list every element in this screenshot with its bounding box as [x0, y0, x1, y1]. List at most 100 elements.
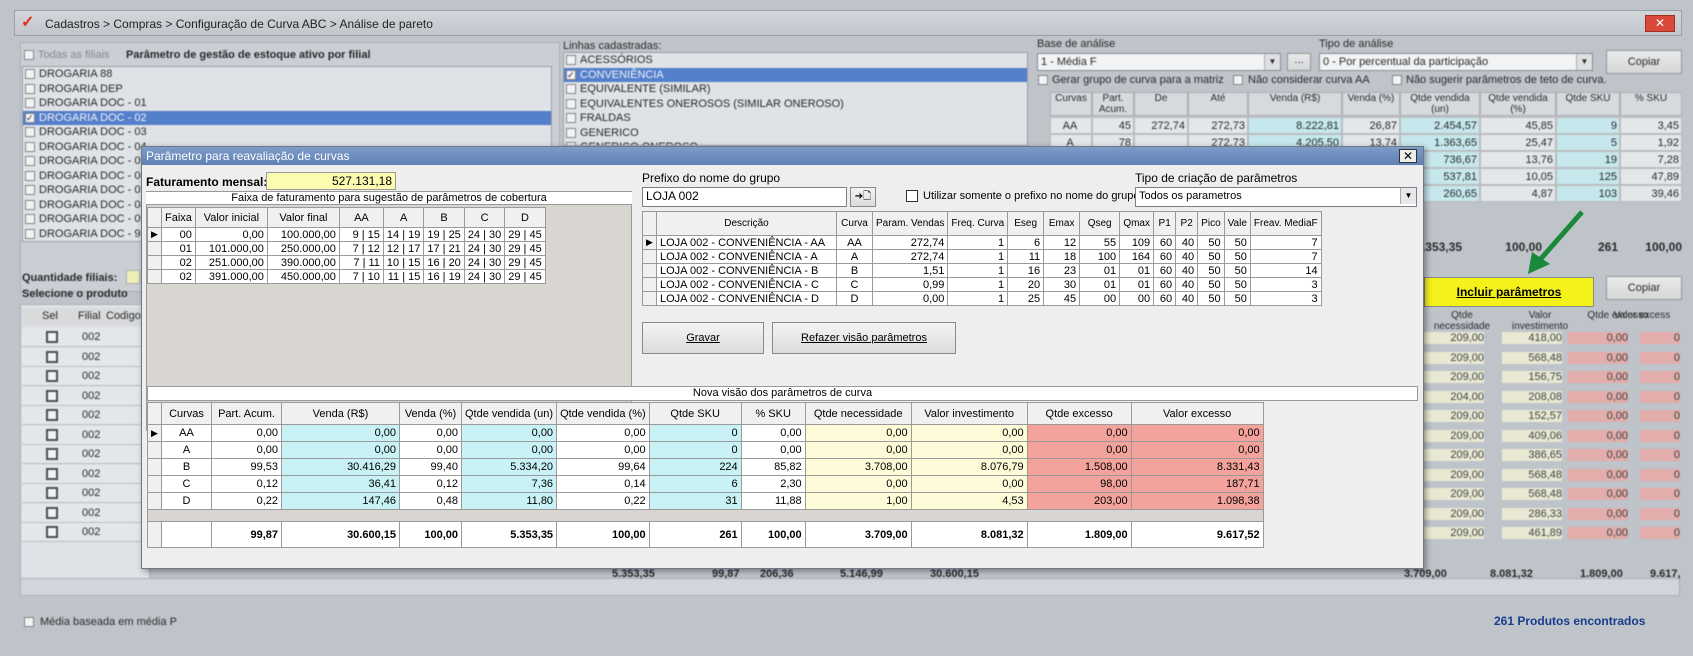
- product-row[interactable]: 002: [22, 523, 150, 542]
- col-header[interactable]: AA: [338, 207, 384, 228]
- line-item[interactable]: FRALDAS: [564, 111, 1027, 126]
- col-header[interactable]: D: [504, 207, 546, 228]
- window-close-button[interactable]: ✕: [1645, 15, 1675, 32]
- product-row[interactable]: 002: [22, 464, 150, 484]
- col-header[interactable]: Qseg: [1079, 211, 1121, 236]
- product-row[interactable]: 002: [22, 425, 150, 445]
- col-header[interactable]: Emax: [1043, 211, 1081, 236]
- table-row[interactable]: 02 391.000,00 450.000,00 7 | 10 11 | 15 16 | …: [147, 269, 546, 284]
- store-checkbox[interactable]: [25, 141, 35, 152]
- col-header[interactable]: Faixa: [161, 207, 196, 228]
- col-header[interactable]: P2: [1175, 211, 1199, 236]
- line-item[interactable]: EQUIVALENTE (SIMILAR): [564, 82, 1027, 97]
- col-header[interactable]: Descrição: [656, 211, 837, 236]
- faturamento-field[interactable]: 527.131,18: [266, 172, 396, 190]
- copiar-button-2[interactable]: Copiar: [1606, 276, 1682, 300]
- table-row[interactable]: ▶ 00 0,00 100.000,00 9 | 15 14 | 19 19 | 25 24 …: [147, 227, 546, 242]
- store-item[interactable]: DROGARIA 88: [23, 67, 551, 82]
- product-row[interactable]: 002: [22, 386, 150, 406]
- product-row[interactable]: 002: [22, 484, 150, 503]
- store-checkbox[interactable]: [25, 127, 35, 137]
- col-header[interactable]: B: [423, 207, 465, 228]
- store-checkbox[interactable]: [25, 156, 35, 166]
- store-checkbox[interactable]: [25, 69, 35, 79]
- nao-sugerir-checkbox[interactable]: [1392, 75, 1402, 85]
- col-header[interactable]: P1: [1153, 211, 1177, 236]
- line-checkbox[interactable]: [566, 127, 576, 138]
- table-row[interactable]: ▶ LOJA 002 - CONVENIÊNCIA - AA AA 272,74 1 6 1…: [642, 235, 1322, 250]
- table-row[interactable]: LOJA 002 - CONVENIÊNCIA - A A 272,74 1 11 18 1…: [642, 249, 1322, 264]
- table-row[interactable]: ▶ AA 0,00 0,00 0,00 0,00 0,00 0 0,00 0,00 0,00 0,00…: [147, 424, 1264, 442]
- line-checkbox[interactable]: [566, 98, 576, 109]
- lines-list[interactable]: ACESSÓRIOS ✓ CONVENIÊNCIA EQUIVALENTE (SIMI…: [563, 52, 1028, 146]
- table-row[interactable]: LOJA 002 - CONVENIÊNCIA - C C 0,99 1 20 30 01 0…: [642, 277, 1322, 292]
- store-checkbox[interactable]: ✓: [25, 112, 35, 123]
- col-header[interactable]: Qtde vendida (%): [556, 402, 650, 425]
- col-header[interactable]: Venda (R$): [281, 402, 400, 425]
- product-select-checkbox[interactable]: [46, 389, 58, 402]
- product-select-checkbox[interactable]: [46, 350, 58, 363]
- table-row[interactable]: 02 251.000,00 390.000,00 7 | 11 10 | 15 16 | …: [147, 255, 546, 270]
- col-header[interactable]: Valor inicial: [194, 207, 268, 228]
- col-header[interactable]: Vale: [1223, 211, 1251, 236]
- base-analise-select[interactable]: 1 - Média F ▼: [1037, 53, 1281, 71]
- param-grid[interactable]: Descrição Curva Param. Vendas Freq. Curva Es…: [642, 211, 1322, 306]
- product-row[interactable]: 002: [22, 445, 150, 464]
- col-header[interactable]: C: [463, 207, 506, 228]
- col-header[interactable]: Valor excesso: [1130, 402, 1264, 425]
- media-checkbox[interactable]: [24, 617, 34, 627]
- gravar-button[interactable]: Gravar: [642, 322, 764, 354]
- col-header[interactable]: Qtde SKU: [648, 402, 742, 425]
- table-row[interactable]: LOJA 002 - CONVENIÊNCIA - D D 0,00 1 25 45 00 0…: [642, 291, 1322, 306]
- col-header[interactable]: Qtde vendida (un): [460, 402, 558, 425]
- product-select-checkbox[interactable]: [46, 448, 58, 460]
- horizontal-scrollbar[interactable]: [20, 578, 1680, 596]
- col-header[interactable]: Qmax: [1119, 211, 1155, 236]
- line-checkbox[interactable]: [566, 55, 576, 65]
- tipo-analise-select[interactable]: 0 - Por percentual da participação ▼: [1319, 53, 1593, 71]
- col-header[interactable]: Param. Vendas: [871, 211, 949, 236]
- table-row[interactable]: D 0,22 147,46 0,48 11,80 0,22 31 11,88 1,00 4,53 2…: [147, 492, 1264, 510]
- table-row[interactable]: 01 101.000,00 250.000,00 7 | 12 12 | 17 17 | …: [147, 241, 546, 256]
- store-checkbox[interactable]: [25, 98, 35, 108]
- store-item[interactable]: ✓ DROGARIA DOC - 02: [23, 110, 551, 125]
- line-checkbox[interactable]: [566, 113, 576, 123]
- product-select-checkbox[interactable]: [46, 331, 58, 343]
- line-item[interactable]: ACESSÓRIOS: [564, 53, 1027, 68]
- product-row[interactable]: 002: [22, 347, 150, 367]
- nao-considerar-aa-checkbox[interactable]: [1233, 75, 1243, 85]
- store-checkbox[interactable]: [25, 170, 35, 181]
- product-row[interactable]: 002: [22, 328, 150, 347]
- line-checkbox[interactable]: [566, 84, 576, 94]
- incluir-parametros-button[interactable]: Incluir parâmetros: [1424, 277, 1594, 307]
- store-item[interactable]: DROGARIA DOC - 01: [23, 96, 551, 111]
- store-item[interactable]: DROGARIA DEP: [23, 82, 551, 97]
- gerar-grupo-checkbox[interactable]: [1038, 75, 1048, 85]
- base-more-button[interactable]: ...: [1287, 53, 1311, 71]
- store-checkbox[interactable]: [25, 185, 35, 195]
- tipo-criacao-select[interactable]: Todos os parametros ▼: [1135, 187, 1417, 207]
- store-checkbox[interactable]: [25, 214, 35, 224]
- col-header[interactable]: Valor final: [266, 207, 340, 228]
- line-item[interactable]: EQUIVALENTES ONEROSOS (SIMILAR ONEROSO): [564, 97, 1027, 112]
- product-row[interactable]: 002: [22, 367, 150, 386]
- col-header[interactable]: Valor investimento: [910, 402, 1028, 425]
- apply-prefix-button[interactable]: ➔🗋: [850, 187, 876, 207]
- line-item[interactable]: GENERICO: [564, 126, 1027, 141]
- faixa-grid[interactable]: Faixa Valor inicial Valor final AA A B C D ▶ 00 0,…: [147, 207, 546, 284]
- line-item[interactable]: ✓ CONVENIÊNCIA: [564, 67, 1027, 82]
- copiar-button[interactable]: Copiar: [1606, 50, 1682, 74]
- col-header[interactable]: Qtde necessidade: [804, 402, 912, 425]
- col-header[interactable]: Curvas: [161, 402, 212, 425]
- col-header[interactable]: Curva: [836, 211, 873, 236]
- product-select-checkbox[interactable]: [46, 526, 58, 538]
- col-header[interactable]: Freq. Curva: [947, 211, 1009, 236]
- col-header[interactable]: Freav. MediaF: [1249, 211, 1322, 236]
- table-row[interactable]: C 0,12 36,41 0,12 7,36 0,14 6 2,30 0,00 0,00 98,00…: [147, 475, 1264, 493]
- col-header[interactable]: Eseg: [1007, 211, 1045, 236]
- table-row[interactable]: LOJA 002 - CONVENIÊNCIA - B B 1,51 1 16 23 01 0…: [642, 263, 1322, 278]
- col-header[interactable]: Pico: [1197, 211, 1225, 236]
- product-row[interactable]: 002: [22, 503, 150, 523]
- product-select-checkbox[interactable]: [46, 487, 58, 499]
- table-row[interactable]: B 99,53 30.416,29 99,40 5.334,20 99,64 224 85,8…: [147, 458, 1264, 476]
